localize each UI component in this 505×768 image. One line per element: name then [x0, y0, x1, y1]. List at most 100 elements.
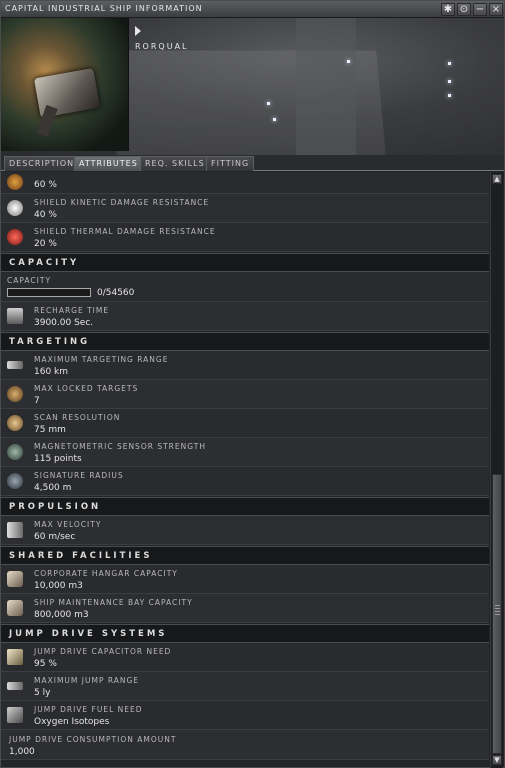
jump-range-icon	[7, 682, 23, 690]
list-item: MAX VELOCITY 60 m/sec	[1, 516, 489, 545]
fuel-isotopes-icon	[7, 707, 23, 723]
targeting-range-icon	[7, 361, 23, 369]
capacity-value: 0/54560	[97, 288, 135, 298]
attribute-value: 4,500 m	[34, 483, 72, 493]
section-header-targeting[interactable]: TARGETING	[1, 332, 489, 351]
attribute-value: 75 mm	[34, 425, 66, 435]
attribute-label: SIGNATURE RADIUS	[34, 471, 124, 480]
grip-icon	[495, 605, 500, 615]
attribute-value: 40 %	[34, 210, 57, 220]
em-resistance-icon	[7, 174, 23, 190]
attribute-label: MAGNETOMETRIC SENSOR STRENGTH	[34, 442, 206, 451]
list-item: RECHARGE TIME 3900.00 Sec.	[1, 302, 489, 331]
section-header-propulsion[interactable]: PROPULSION	[1, 497, 489, 516]
backdrop-light	[347, 60, 350, 63]
list-item: SHIP MAINTENANCE BAY CAPACITY 800,000 m3	[1, 594, 489, 623]
close-button[interactable]: ×	[489, 3, 503, 16]
scroll-thumb[interactable]	[492, 474, 502, 754]
section-title: SHARED FACILITIES	[9, 551, 153, 561]
section-title: CAPACITY	[9, 258, 80, 268]
scan-resolution-icon	[7, 415, 23, 431]
attribute-value: 800,000 m3	[34, 610, 89, 620]
attribute-label: SHIELD KINETIC DAMAGE RESISTANCE	[34, 198, 210, 207]
attribute-value: 10,000 m3	[34, 581, 83, 591]
list-item: SHIELD THERMAL DAMAGE RESISTANCE 20 %	[1, 223, 489, 252]
section-header-capacity[interactable]: CAPACITY	[1, 253, 489, 272]
thermal-resistance-icon	[7, 229, 23, 245]
signature-radius-icon	[7, 473, 23, 489]
list-item: SHIELD KINETIC DAMAGE RESISTANCE 40 %	[1, 194, 489, 223]
attribute-value[interactable]: Oxygen Isotopes	[34, 717, 109, 727]
attribute-label: RECHARGE TIME	[34, 306, 110, 315]
scrollbar[interactable]: ▲ ▼	[490, 172, 503, 768]
magnetometric-sensor-icon	[7, 444, 23, 460]
section-header-shared-facilities[interactable]: SHARED FACILITIES	[1, 546, 489, 565]
attributes-list: 60 % SHIELD KINETIC DAMAGE RESISTANCE 40…	[1, 172, 489, 768]
attribute-value: 7	[34, 396, 40, 406]
ship-info-window: CAPITAL INDUSTRIAL SHIP INFORMATION ✱ ⊙ …	[0, 0, 505, 768]
list-item: MAXIMUM JUMP RANGE 5 ly	[1, 672, 489, 701]
locked-targets-icon	[7, 386, 23, 402]
attribute-label: SCAN RESOLUTION	[34, 413, 121, 422]
info-icon[interactable]: ⊙	[457, 3, 471, 16]
velocity-icon	[7, 522, 23, 538]
backdrop-light	[267, 102, 270, 105]
section-title: PROPULSION	[9, 502, 102, 512]
backdrop-light	[448, 62, 451, 65]
attribute-value: 160 km	[34, 367, 69, 377]
backdrop-light	[448, 80, 451, 83]
attribute-value: 95 %	[34, 659, 57, 669]
list-item: SIGNATURE RADIUS 4,500 m	[1, 467, 489, 496]
attribute-label: MAXIMUM JUMP RANGE	[34, 676, 140, 685]
window-title: CAPITAL INDUSTRIAL SHIP INFORMATION	[5, 4, 203, 13]
corporate-hangar-icon	[7, 571, 23, 587]
kinetic-resistance-icon	[7, 200, 23, 216]
tab-req-skills[interactable]: REQ. SKILLS	[140, 156, 210, 171]
attribute-value: 20 %	[34, 239, 57, 249]
title-bar[interactable]: CAPITAL INDUSTRIAL SHIP INFORMATION ✱ ⊙ …	[1, 1, 504, 18]
attribute-value: 60 m/sec	[34, 532, 76, 542]
scroll-down-button[interactable]: ▼	[492, 755, 502, 765]
list-item: SCAN RESOLUTION 75 mm	[1, 409, 489, 438]
minimize-button[interactable]: −	[473, 3, 487, 16]
attribute-label: JUMP DRIVE CONSUMPTION AMOUNT	[9, 735, 177, 744]
tab-fitting[interactable]: FITTING	[206, 156, 255, 171]
ship-name: RORQUAL	[135, 42, 189, 51]
info-tabs: DESCRIPTION ATTRIBUTES REQ. SKILLS FITTI…	[1, 155, 504, 171]
attribute-label: CAPACITY	[7, 276, 52, 285]
list-item: JUMP DRIVE CAPACITOR NEED 95 %	[1, 643, 489, 672]
attribute-label: JUMP DRIVE FUEL NEED	[34, 705, 143, 714]
list-item: MAGNETOMETRIC SENSOR STRENGTH 115 points	[1, 438, 489, 467]
attribute-label: SHIELD THERMAL DAMAGE RESISTANCE	[34, 227, 216, 236]
attribute-value: 5 ly	[34, 688, 51, 698]
list-item: 60 %	[1, 172, 489, 194]
list-item: CAPACITY 0/54560	[1, 272, 489, 302]
list-item: JUMP DRIVE FUEL NEED Oxygen Isotopes	[1, 701, 489, 730]
ship-header: RORQUAL	[1, 18, 504, 155]
capacitor-need-icon	[7, 649, 23, 665]
attribute-label: MAX LOCKED TARGETS	[34, 384, 139, 393]
capacity-bar	[7, 288, 91, 297]
attribute-value: 115 points	[34, 454, 82, 464]
attribute-label: JUMP DRIVE CAPACITOR NEED	[34, 647, 172, 656]
backdrop-tower	[296, 18, 356, 155]
backdrop-light	[448, 94, 451, 97]
attribute-label: MAX VELOCITY	[34, 520, 102, 529]
options-icon[interactable]: ✱	[441, 3, 455, 16]
attribute-value: 3900.00 Sec.	[34, 318, 94, 328]
section-header-jump-drive-systems[interactable]: JUMP DRIVE SYSTEMS	[1, 624, 489, 643]
list-item: MAXIMUM TARGETING RANGE 160 km	[1, 351, 489, 380]
ship-thumbnail[interactable]	[1, 18, 129, 151]
ship-maintenance-bay-icon	[7, 600, 23, 616]
attribute-value: 60 %	[34, 180, 57, 190]
list-item: CORPORATE HANGAR CAPACITY 10,000 m3	[1, 565, 489, 594]
section-title: JUMP DRIVE SYSTEMS	[9, 629, 168, 639]
scroll-up-button[interactable]: ▲	[492, 174, 502, 184]
backdrop-light	[273, 118, 276, 121]
ship-menu-arrow-icon[interactable]	[135, 26, 141, 36]
list-item: JUMP DRIVE CONSUMPTION AMOUNT 1,000	[1, 730, 489, 760]
tab-description[interactable]: DESCRIPTION	[4, 156, 80, 171]
section-title: TARGETING	[9, 337, 91, 347]
tab-attributes[interactable]: ATTRIBUTES	[74, 156, 143, 171]
attribute-label: CORPORATE HANGAR CAPACITY	[34, 569, 178, 578]
